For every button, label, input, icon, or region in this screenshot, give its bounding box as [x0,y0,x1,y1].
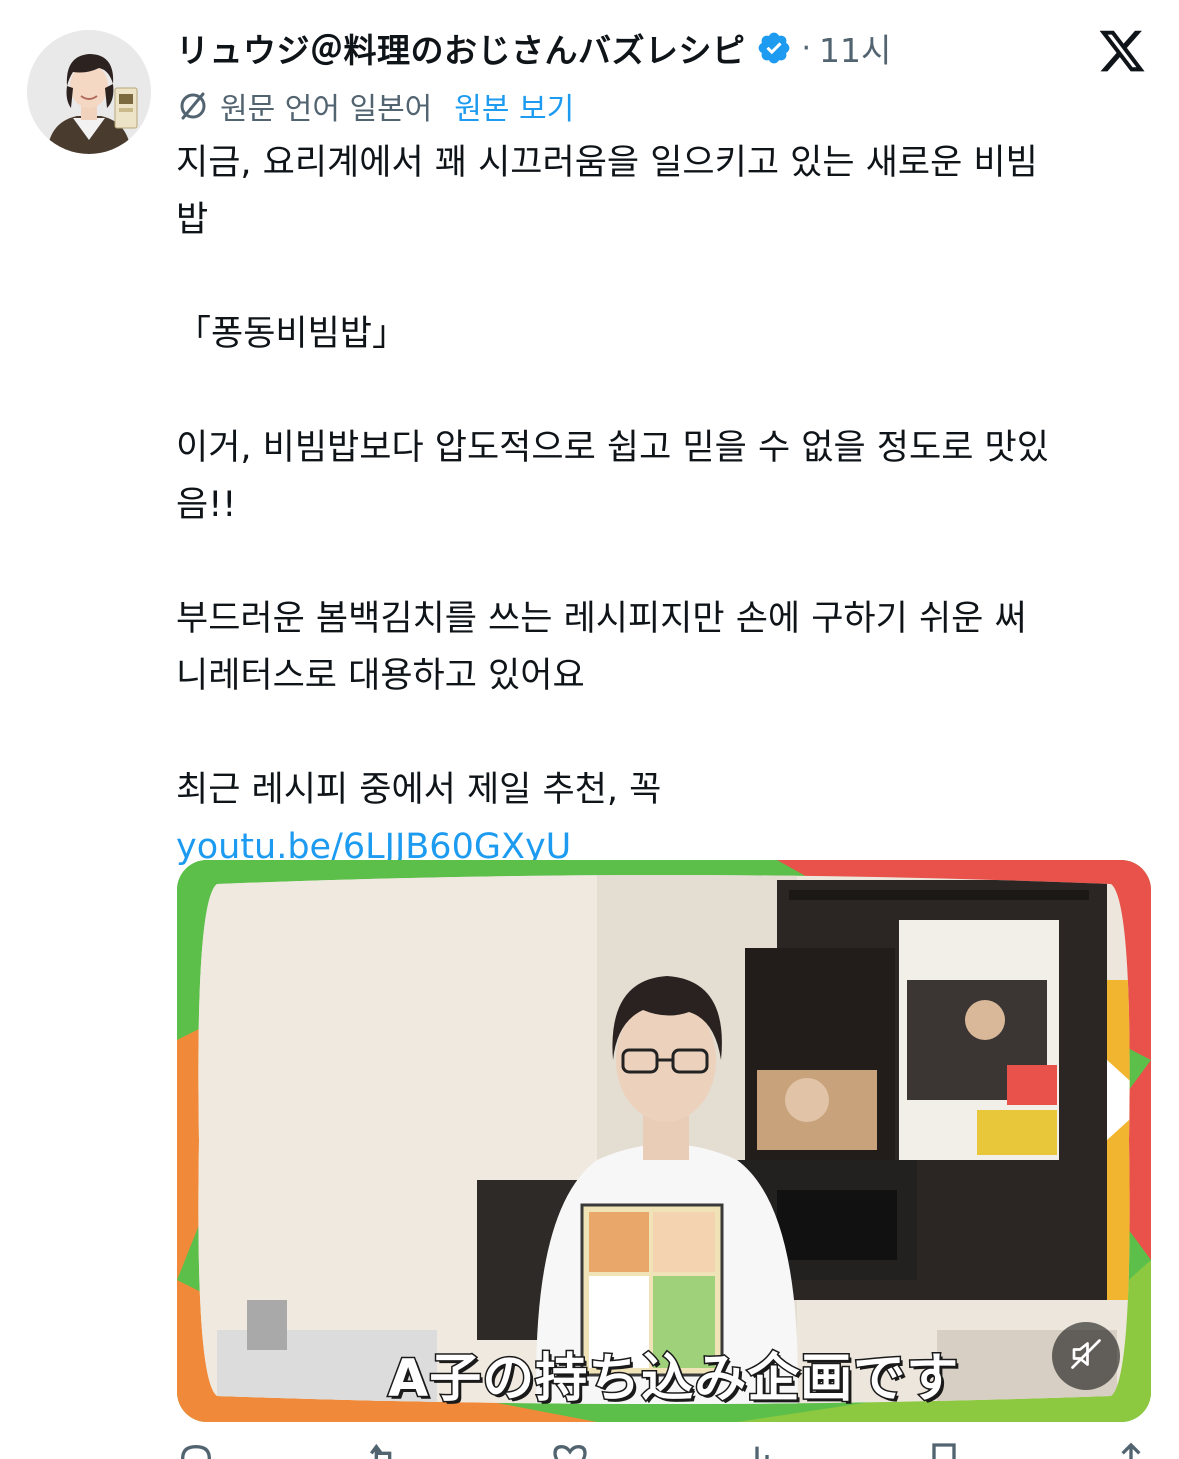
x-logo-icon[interactable] [1096,26,1148,76]
avatar[interactable] [27,30,151,154]
translation-row: 원문 언어 일본어 원본 보기 [176,84,574,128]
mute-button[interactable] [1052,1322,1120,1390]
reply-icon [176,1440,216,1459]
video-caption: A子の持ち込み企画です [386,1348,960,1411]
body-paragraph-4: 부드러운 봄백김치를 쓰는 레시피지만 손에 구하기 쉬운 써 니레터스로 대용… [176,599,1027,696]
timestamp[interactable]: 11시 [819,24,891,72]
heart-icon [550,1440,590,1459]
views-icon [737,1440,777,1459]
body-paragraph-1: 지금, 요리계에서 꽤 시끄러움을 일으키고 있는 새로운 비빔 밥 [176,143,1038,240]
views-button[interactable] [737,1440,777,1459]
tweet-page: リュウジ＠料理のおじさんバズレシピ · 11시 원문 언어 일본어 원본 보기 … [0,0,1179,1459]
bookmark-icon [924,1440,964,1459]
verified-badge-icon [756,30,792,66]
tweet-body: 지금, 요리계에서 꽤 시끄러움을 일으키고 있는 새로운 비빔 밥 「퐁동비빔… [176,135,1151,876]
dot-separator: · [801,30,812,66]
reply-button[interactable] [176,1440,216,1459]
translation-label: 원문 언어 일본어 [220,92,433,127]
body-paragraph-5: 최근 레시피 중에서 제일 추천, 꼭 [176,770,662,810]
speaker-muted-icon [1068,1336,1104,1376]
like-button[interactable] [550,1440,590,1459]
share-button[interactable] [1111,1440,1151,1459]
body-paragraph-2: 「퐁동비빔밥」 [176,314,408,354]
action-bar [176,1440,1151,1459]
retweet-button[interactable] [363,1440,403,1459]
view-original-link[interactable]: 원본 보기 [454,84,574,128]
bookmark-button[interactable] [924,1440,964,1459]
display-name[interactable]: リュウジ＠料理のおじさんバズレシピ [176,24,746,72]
translate-icon [176,89,210,123]
body-paragraph-3: 이거, 비빔밥보다 압도적으로 쉽고 믿을 수 없을 정도로 맛있 음!! [176,428,1049,525]
tweet-header: リュウジ＠料理のおじさんバズレシピ · 11시 [176,22,891,74]
share-icon [1111,1440,1151,1459]
retweet-icon [363,1440,403,1459]
